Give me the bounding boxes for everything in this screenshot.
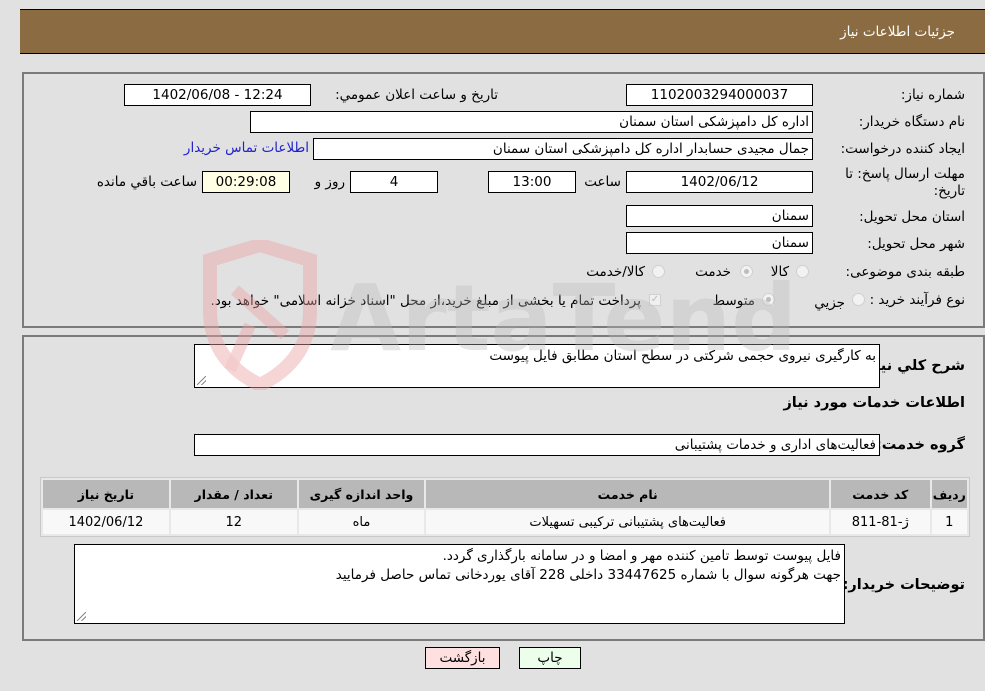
description-text: به کارگیری نیروی حجمی شرکتی در سطح استان… — [489, 348, 876, 364]
deadline-date-field: 1402/06/12 — [626, 171, 813, 193]
deadline-time-field: 13:00 — [488, 171, 576, 193]
services-table: ردیف کد خدمت نام خدمت واحد اندازه گیری ت… — [40, 477, 970, 537]
announce-datetime-field: 1402/06/08 - 12:24 — [124, 84, 311, 106]
services-table-header: ردیف کد خدمت نام خدمت واحد اندازه گیری ت… — [43, 480, 967, 508]
service-group-field: فعالیت‌های اداری و خدمات پشتیبانی — [194, 434, 880, 456]
purchase-process-label: نوع فرآیند خرید : — [869, 292, 965, 308]
delivery-province-label: استان محل تحویل: — [859, 209, 965, 225]
col-unit: واحد اندازه گیری — [298, 480, 425, 508]
col-need-date: تاریخ نیاز — [43, 480, 169, 508]
process-medium-radio[interactable] — [762, 293, 775, 306]
cell-service-code: ژ-81-811 — [830, 510, 930, 534]
buyer-org-field: اداره کل دامپزشکی استان سمنان — [250, 111, 813, 133]
cell-quantity: 12 — [170, 510, 297, 534]
col-service-name: نام خدمت — [426, 480, 829, 508]
cell-unit: ماه — [298, 510, 425, 534]
buyer-notes-line-1: فایل پیوست توسط تامین کننده مهر و امضا و… — [442, 548, 841, 564]
services-heading: اطلاعات خدمات مورد نیاز — [783, 395, 965, 411]
announce-datetime-label: تاریخ و ساعت اعلان عمومي: — [335, 87, 498, 103]
buyer-org-label: نام دستگاه خریدار: — [858, 114, 965, 130]
requester-field: جمال مجیدی حسابدار اداره کل دامپزشکی است… — [313, 138, 813, 160]
buyer-notes-textarea[interactable]: فایل پیوست توسط تامین کننده مهر و امضا و… — [74, 544, 845, 624]
remaining-time-field: 00:29:08 — [202, 171, 290, 193]
service-group-label: گروه خدمت: — [875, 437, 965, 453]
need-info-panel: شماره نیاز: 1102003294000037 تاریخ و ساع… — [22, 72, 985, 328]
days-label: روز و — [314, 174, 345, 190]
delivery-city-label: شهر محل تحویل: — [867, 236, 965, 252]
deadline-time-label: ساعت — [584, 174, 621, 190]
delivery-province-field: سمنان — [626, 205, 813, 227]
cell-need-date: 1402/06/12 — [43, 510, 169, 534]
page-header: جزئیات اطلاعات نیاز — [20, 9, 985, 54]
col-service-code: کد خدمت — [830, 480, 930, 508]
category-goods-service-radio[interactable] — [652, 265, 665, 278]
requester-label: ایجاد کننده درخواست: — [840, 141, 965, 157]
cell-row-number: 1 — [931, 510, 967, 534]
deadline-label: مهلت ارسال پاسخ: تا تاریخ: — [845, 166, 965, 199]
delivery-city-field: سمنان — [626, 232, 813, 254]
table-row: 1 ژ-81-811 فعالیت‌های پشتیبانی ترکیبی تس… — [43, 510, 967, 534]
treasury-checkbox[interactable]: ✓ — [649, 294, 661, 306]
back-button[interactable]: بازگشت — [425, 647, 500, 669]
category-goods-label: کالا — [770, 264, 789, 280]
category-goods-radio[interactable] — [796, 265, 809, 278]
process-medium-label: متوسط — [712, 293, 755, 309]
treasury-label: پرداخت تمام یا بخشی از مبلغ خرید،از محل … — [210, 293, 641, 309]
days-remaining-field: 4 — [350, 171, 438, 193]
category-service-label: خدمت — [695, 264, 731, 280]
page-title: جزئیات اطلاعات نیاز — [840, 24, 955, 40]
print-button[interactable]: چاپ — [519, 647, 581, 669]
need-number-label: شماره نیاز: — [900, 87, 965, 103]
col-quantity: تعداد / مقدار — [170, 480, 297, 508]
description-textarea[interactable]: به کارگیری نیروی حجمی شرکتی در سطح استان… — [194, 344, 880, 388]
resize-grip-icon[interactable] — [77, 612, 86, 621]
buyer-notes-line-2: جهت هرگونه سوال با شماره 33447625 داخلی … — [335, 567, 841, 583]
need-number-field: 1102003294000037 — [626, 84, 813, 106]
cell-service-name: فعالیت‌های پشتیبانی ترکیبی تسهیلات — [426, 510, 829, 534]
resize-grip-icon[interactable] — [197, 376, 206, 385]
category-service-radio[interactable] — [740, 265, 753, 278]
buyer-notes-label: توضیحات خریدار: — [842, 577, 965, 593]
buyer-contact-link[interactable]: اطلاعات تماس خریدار — [184, 140, 309, 156]
need-details-panel: شرح کلي نیاز: به کارگیری نیروی حجمی شرکت… — [22, 335, 985, 641]
process-minor-radio[interactable] — [852, 293, 865, 306]
category-goods-service-label: کالا/خدمت — [586, 264, 645, 280]
process-minor-label: جزيي — [814, 295, 845, 311]
col-row-number: ردیف — [931, 480, 967, 508]
remaining-time-label: ساعت باقي مانده — [96, 174, 197, 190]
category-label: طبقه بندی موضوعی: — [845, 264, 965, 280]
